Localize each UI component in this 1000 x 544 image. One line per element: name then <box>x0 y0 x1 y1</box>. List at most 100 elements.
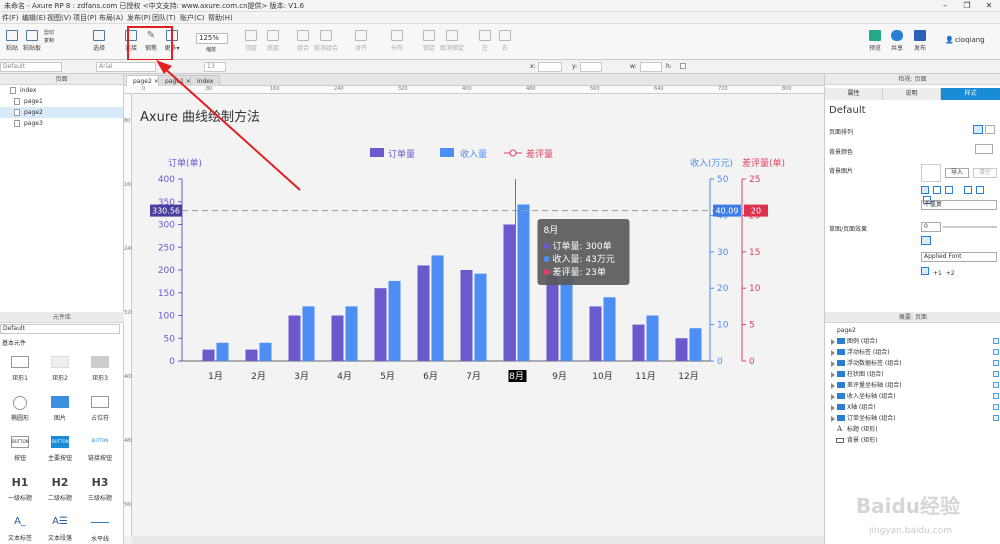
menu-edit[interactable]: 编辑(E) <box>22 13 46 23</box>
widget-horizontal-line[interactable]: 水平线 <box>80 512 120 544</box>
select-mode-button[interactable]: 选择 <box>84 28 114 56</box>
chart-svg[interactable]: 订单量 收入量 差评量订单(单) 收入(万元) 差评量(单)05010015020025… <box>132 94 824 536</box>
expand-icon[interactable] <box>831 394 835 400</box>
widget-button[interactable]: BUTTON 按钮 <box>0 432 40 470</box>
outline-item[interactable]: 收入坐标轴 (组合) <box>825 391 1000 402</box>
bg-color-picker[interactable] <box>975 144 993 154</box>
widget-heading3[interactable]: H3 三级标题 <box>80 472 120 510</box>
import-button[interactable]: 导入 <box>945 168 969 178</box>
design-canvas[interactable]: Axure 曲线绘制方法 订单量 收入量 差评量 订单(单) 收入(万元) 差评量(单) 0… <box>132 94 824 536</box>
widget-rectangle2[interactable]: 矩形2 <box>40 352 80 390</box>
width-field[interactable] <box>640 62 662 72</box>
zoom-select[interactable]: 125% <box>196 33 228 44</box>
expand-icon[interactable] <box>831 339 835 345</box>
visibility-icon[interactable] <box>993 338 999 344</box>
page-item-index[interactable]: index <box>0 85 123 96</box>
outline-item[interactable]: 柱状图 (组合) <box>825 369 1000 380</box>
style-name[interactable]: Default <box>829 105 866 116</box>
tab-style[interactable]: 样式 <box>941 88 1000 100</box>
hidden-checkbox[interactable] <box>680 63 686 69</box>
sketch-slider[interactable] <box>943 226 997 228</box>
paste-button[interactable]: 粘贴 <box>4 28 20 56</box>
repeat-select[interactable]: 不重复 <box>921 200 997 210</box>
outline-item[interactable]: 背景 (矩形) <box>825 435 1000 446</box>
visibility-icon[interactable] <box>993 382 999 388</box>
line-width-buttons[interactable]: +1 +2 <box>921 267 955 277</box>
expand-icon[interactable] <box>831 361 835 367</box>
align-button[interactable]: 对齐 <box>350 28 372 56</box>
publish-button[interactable]: 发布 <box>908 28 932 56</box>
cut-button[interactable]: 剪切 <box>44 29 54 37</box>
group-button[interactable]: 组合 <box>294 28 312 56</box>
style-select[interactable]: Default <box>0 62 62 72</box>
tab-properties[interactable]: 属性 <box>825 88 883 100</box>
font-family-select[interactable]: Applied Font <box>921 252 997 262</box>
expand-icon[interactable] <box>831 405 835 411</box>
outline-root[interactable]: page2 <box>825 325 1000 336</box>
expand-icon[interactable] <box>831 350 835 356</box>
widget-text-label[interactable]: A_ 文本标签 <box>0 512 40 544</box>
share-button[interactable]: 共享 <box>888 28 906 56</box>
plus1-button[interactable]: +1 <box>933 270 942 277</box>
outline-item[interactable]: 浮动标签 (组合) <box>825 347 1000 358</box>
distribute-button[interactable]: 分布 <box>386 28 408 56</box>
expand-icon[interactable] <box>831 372 835 378</box>
menu-help[interactable]: 帮助(H) <box>208 13 233 23</box>
widget-ellipse[interactable]: 椭圆形 <box>0 392 40 430</box>
font-size-select[interactable]: 13 <box>204 62 226 72</box>
tab-notes[interactable]: 说明 <box>883 88 941 100</box>
tab-index[interactable]: index <box>190 75 221 86</box>
copy-button[interactable]: 复制 <box>44 37 54 45</box>
color-mode-icon[interactable] <box>921 236 931 245</box>
clipboard-button[interactable]: 粘贴板 <box>22 28 42 56</box>
ungroup-button[interactable]: 取消组合 <box>314 28 338 56</box>
widget-heading2[interactable]: H2 二级标题 <box>40 472 80 510</box>
visibility-icon[interactable] <box>993 371 999 377</box>
lock-button[interactable]: 锁定 <box>420 28 438 56</box>
widget-placeholder[interactable]: 占位符 <box>80 392 120 430</box>
menu-view[interactable]: 视图(V) <box>47 13 71 23</box>
menu-team[interactable]: 团队(T) <box>152 13 176 23</box>
minimize-icon[interactable]: – <box>934 0 956 11</box>
bg-image-preview[interactable] <box>921 164 941 182</box>
align-left-page-icon[interactable] <box>973 125 983 134</box>
bring-front-button[interactable]: 顶层 <box>242 28 260 56</box>
menu-project[interactable]: 项目(P) <box>73 13 97 23</box>
sketch-value-field[interactable]: 0 <box>921 222 941 232</box>
x-field[interactable] <box>538 62 562 72</box>
user-account[interactable]: cioqiang <box>955 36 985 44</box>
widget-rectangle3[interactable]: 矩形3 <box>80 352 120 390</box>
right-button[interactable]: 右 <box>498 28 512 56</box>
visibility-icon[interactable] <box>993 415 999 421</box>
unlock-button[interactable]: 取消锁定 <box>440 28 464 56</box>
font-select[interactable]: Arial <box>96 62 156 72</box>
widget-image[interactable]: 图片 <box>40 392 80 430</box>
horizontal-scrollbar[interactable] <box>132 536 824 544</box>
page-item-page1[interactable]: page1 <box>0 96 123 107</box>
y-field[interactable] <box>580 62 602 72</box>
outline-item[interactable]: 浮动数据标签 (组合) <box>825 358 1000 369</box>
close-icon[interactable]: ✕ <box>978 0 1000 11</box>
visibility-icon[interactable] <box>993 393 999 399</box>
outline-item[interactable]: 图例 (组合) <box>825 336 1000 347</box>
plus2-button[interactable]: +2 <box>946 270 955 277</box>
visibility-icon[interactable] <box>993 360 999 366</box>
expand-icon[interactable] <box>831 416 835 422</box>
library-selector[interactable]: Default <box>0 324 120 334</box>
menu-file[interactable]: 件(F) <box>2 13 19 23</box>
align-center-page-icon[interactable] <box>985 125 995 134</box>
page-item-page3[interactable]: page3 <box>0 118 123 129</box>
visibility-icon[interactable] <box>993 404 999 410</box>
menu-layout[interactable]: 布局(A) <box>99 13 123 23</box>
maximize-icon[interactable]: ❐ <box>956 0 978 11</box>
menu-account[interactable]: 账户(C) <box>180 13 204 23</box>
widget-rectangle1[interactable]: 矩形1 <box>0 352 40 390</box>
expand-icon[interactable] <box>831 383 835 389</box>
bg-position-buttons[interactable] <box>921 186 993 204</box>
widget-link-button[interactable]: BUTTON 链接按钮 <box>80 432 120 470</box>
outline-item[interactable]: 差评量坐标轴 (组合) <box>825 380 1000 391</box>
widget-primary-button[interactable]: BUTTON 主要按钮 <box>40 432 80 470</box>
library-category[interactable]: 基本元件 <box>2 338 26 347</box>
left-button[interactable]: 左 <box>478 28 492 56</box>
outline-item[interactable]: X轴 (组合) <box>825 402 1000 413</box>
